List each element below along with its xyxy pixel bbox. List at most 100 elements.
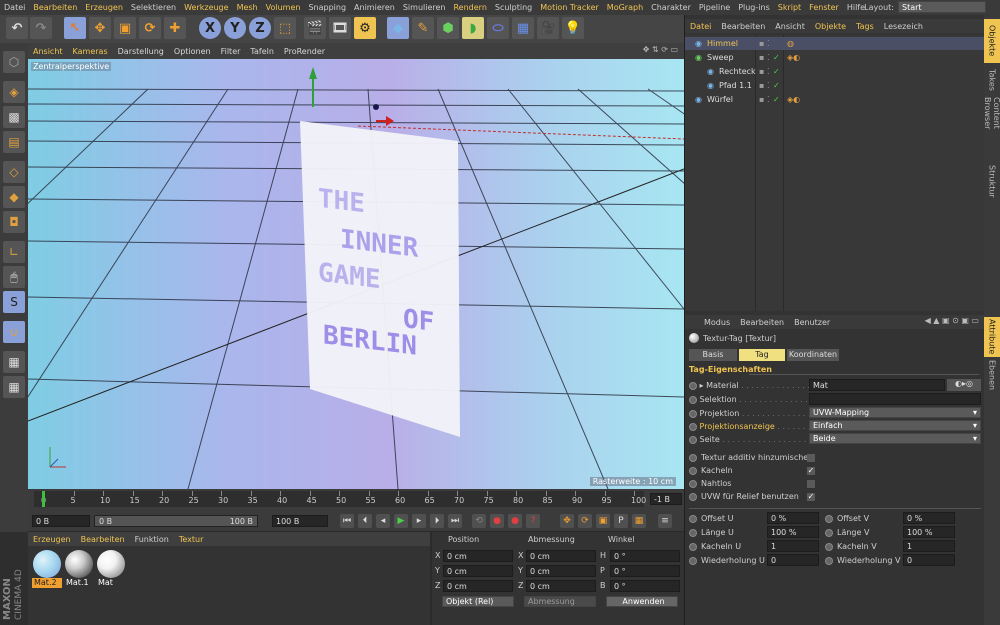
position-field-y[interactable]: 0 cm <box>443 565 513 577</box>
animate-dot-icon[interactable] <box>689 528 697 537</box>
light-icon[interactable]: 💡 <box>562 17 584 39</box>
scale-icon[interactable]: ▣ <box>114 17 136 39</box>
keyframe-selection-icon[interactable]: ? <box>526 514 540 528</box>
prev-key-icon[interactable]: ⏴ <box>358 514 372 528</box>
viewport-menu-tafeln[interactable]: Tafeln <box>245 47 279 56</box>
size-field-y[interactable]: 0 cm <box>526 565 596 577</box>
tag-icon[interactable]: ◈◐ <box>787 51 800 64</box>
angle-field-b[interactable]: 0 ° <box>610 580 680 592</box>
param-right-field[interactable]: 1 <box>903 540 955 552</box>
layout-dropdown[interactable]: Start <box>898 1 986 13</box>
object-menu-objekte[interactable]: Objekte <box>810 22 851 31</box>
make-editable-icon[interactable]: ⬡ <box>3 51 25 73</box>
cube-icon[interactable]: ◆ <box>387 17 409 39</box>
param-left-field[interactable]: 1 <box>767 540 819 552</box>
animate-dot-icon[interactable] <box>825 514 833 523</box>
viewport-menu-filter[interactable]: Filter <box>216 47 246 56</box>
coordinate-system-icon[interactable]: ⬚ <box>274 17 296 39</box>
animate-dot-icon[interactable] <box>825 528 833 537</box>
object-row-würfel[interactable]: ◉ Würfel ▪ ⁚ ✓ ◈◐ <box>685 93 985 106</box>
render-settings-icon[interactable]: ⚙ <box>354 17 376 39</box>
attribute-menu-bearbeiten[interactable]: Bearbeiten <box>735 318 789 327</box>
checkbox-0[interactable] <box>807 454 815 462</box>
visibility-toggle-icon[interactable]: ▪ ⁚ <box>759 51 770 64</box>
menu-item-werkzeuge[interactable]: Werkzeuge <box>180 3 232 12</box>
visibility-toggle-icon[interactable]: ▪ ⁚ <box>759 79 770 92</box>
param-left-field[interactable]: 0 % <box>767 512 819 524</box>
animate-dot-icon[interactable] <box>825 542 833 551</box>
attribute-menu-benutzer[interactable]: Benutzer <box>789 318 835 327</box>
frame-range-slider[interactable]: 0 B 100 B <box>94 515 258 527</box>
goto-start-icon[interactable]: ⏮ <box>340 514 354 528</box>
visibility-toggle-icon[interactable]: ▪ ⁚ <box>759 37 770 50</box>
tag-icon[interactable]: ◈◐ <box>787 93 800 106</box>
lock-workplane-icon[interactable]: ▦ <box>3 351 25 373</box>
material-menu-textur[interactable]: Textur <box>174 535 209 544</box>
animate-dot-icon[interactable] <box>689 466 697 475</box>
polygons-mode-icon[interactable]: ◘ <box>3 211 25 233</box>
object-row-pfad-1-1[interactable]: ◉ Pfad 1.1 ▪ ⁚ ✓ <box>685 79 985 92</box>
edges-mode-icon[interactable]: ◆ <box>3 186 25 208</box>
menu-item-mograph[interactable]: MoGraph <box>603 3 647 12</box>
next-key-icon[interactable]: ⏵ <box>430 514 444 528</box>
animate-dot-icon[interactable] <box>689 556 697 565</box>
object-row-rechteck[interactable]: ◉ Rechteck ▪ ⁚ ✓ <box>685 65 985 78</box>
viewport-3d[interactable]: THE INNER GAME OF BERLIN Zentralperspekt… <box>28 59 684 489</box>
animate-dot-icon[interactable] <box>689 479 697 488</box>
menu-item-plug-ins[interactable]: Plug-ins <box>734 3 774 12</box>
animate-dot-icon[interactable] <box>689 453 697 462</box>
render-view-icon[interactable]: 🎬 <box>304 17 326 39</box>
projektionsanzeige-dropdown[interactable]: Einfach ▾ <box>809 420 981 431</box>
tag-icon[interactable]: ◍ <box>787 37 794 50</box>
enabled-check-icon[interactable]: ✓ <box>773 51 780 64</box>
viewport-menu-ansicht[interactable]: Ansicht <box>28 47 68 56</box>
points-mode-icon[interactable]: ◇ <box>3 161 25 183</box>
enabled-check-icon[interactable]: ✓ <box>773 79 780 92</box>
menu-item-datei[interactable]: Datei <box>0 3 29 12</box>
playhead[interactable] <box>42 491 45 507</box>
current-frame-field[interactable]: -1 B <box>650 493 682 505</box>
attribute-menu-modus[interactable]: Modus <box>699 318 735 327</box>
viewport-menu-darstellung[interactable]: Darstellung <box>113 47 169 56</box>
object-menu-ansicht[interactable]: Ansicht <box>770 22 810 31</box>
key-rotation-icon[interactable]: ⟳ <box>578 514 592 528</box>
object-row-sweep[interactable]: ◉ Sweep ▪ ⁚ ✓ ◈◐ <box>685 51 985 64</box>
menu-item-simulieren[interactable]: Simulieren <box>399 3 450 12</box>
undo-icon[interactable]: ↶ <box>6 17 28 39</box>
attribute-nav-icons[interactable]: ◀ ▲ ▣ ⊙ ▣ ▭ <box>925 316 979 325</box>
select-arrow-icon[interactable]: ↖ <box>64 17 86 39</box>
timeline-ruler[interactable]: 0510152025303540455055606570758085909510… <box>34 491 646 507</box>
material-menu-bearbeiten[interactable]: Bearbeiten <box>76 535 130 544</box>
menu-item-selektieren[interactable]: Selektieren <box>127 3 180 12</box>
menu-item-charakter[interactable]: Charakter <box>647 3 695 12</box>
material-item-mat2[interactable]: Mat.2 <box>32 550 62 590</box>
tab-basis[interactable]: Basis <box>689 349 737 361</box>
material-item-mat[interactable]: Mat <box>96 550 126 590</box>
side-tab-ebenen[interactable]: Ebenen <box>984 359 1000 391</box>
material-menu-funktion[interactable]: Funktion <box>130 535 174 544</box>
material-buttons-icon[interactable]: ◐▸◎ <box>947 379 981 391</box>
param-left-field[interactable]: 0 <box>767 554 819 566</box>
object-menu-bearbeiten[interactable]: Bearbeiten <box>716 22 770 31</box>
camera-icon[interactable]: 🎥 <box>537 17 559 39</box>
visibility-toggle-icon[interactable]: ▪ ⁚ <box>759 65 770 78</box>
position-field-x[interactable]: 0 cm <box>443 550 513 562</box>
tab-tag[interactable]: Tag <box>739 349 785 361</box>
loop-icon[interactable]: ⟲ <box>472 514 486 528</box>
menu-item-rendern[interactable]: Rendern <box>449 3 490 12</box>
axis-mode-icon[interactable]: ∟ <box>3 241 25 263</box>
prev-frame-icon[interactable]: ◂ <box>376 514 390 528</box>
menu-item-skript[interactable]: Skript <box>774 3 805 12</box>
move-icon[interactable]: ✥ <box>89 17 111 39</box>
position-field-z[interactable]: 0 cm <box>443 580 513 592</box>
redo-icon[interactable]: ↷ <box>30 17 52 39</box>
animate-dot-icon[interactable] <box>689 542 697 551</box>
enabled-check-icon[interactable]: ✓ <box>773 93 780 106</box>
x-axis-icon[interactable]: X <box>199 17 221 39</box>
menu-item-erzeugen[interactable]: Erzeugen <box>81 3 127 12</box>
menu-item-bearbeiten[interactable]: Bearbeiten <box>29 3 81 12</box>
key-param-icon[interactable]: P <box>614 514 628 528</box>
side-tab-content-browser[interactable]: Content Browser <box>983 97 1000 161</box>
menu-item-pipeline[interactable]: Pipeline <box>695 3 734 12</box>
end-frame-field[interactable]: 100 B <box>272 515 328 527</box>
